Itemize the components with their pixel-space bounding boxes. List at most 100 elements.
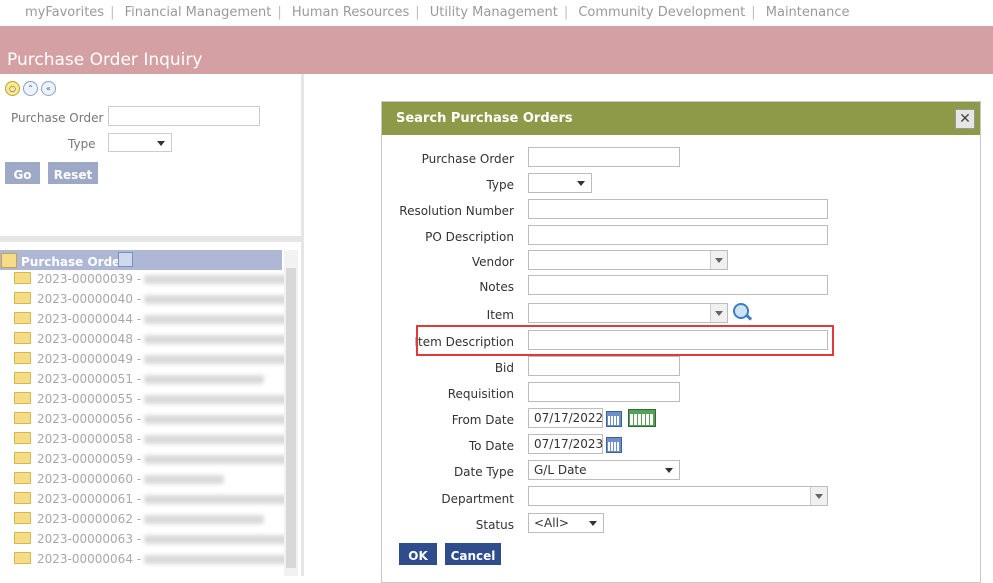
- folder-icon: [14, 551, 31, 564]
- collapse-left-icon[interactable]: «: [41, 81, 56, 96]
- requisition-field[interactable]: [528, 382, 680, 402]
- po-input[interactable]: [108, 106, 260, 126]
- scrollbar-thumb[interactable]: [286, 268, 296, 568]
- po-description-label: PO Description: [425, 230, 514, 244]
- tree-item-label: 2023-00000062 -: [37, 512, 142, 526]
- nav-human-resources[interactable]: Human Resources: [292, 5, 409, 20]
- page-title-bar: Purchase Order Inquiry: [0, 26, 993, 74]
- type-label: Type: [68, 137, 96, 151]
- tree-item-label: 2023-00000049 -: [37, 352, 142, 366]
- date-range-calendar-icon[interactable]: [628, 409, 656, 427]
- date-type-label: Date Type: [453, 465, 514, 479]
- tree-item-label: 2023-00000051 -: [37, 372, 142, 386]
- tree-item[interactable]: 2023-00000051 -: [14, 371, 265, 392]
- type-field[interactable]: [528, 173, 592, 193]
- folder-icon: [14, 471, 31, 484]
- from-date-field[interactable]: 07/17/2022: [528, 408, 603, 428]
- top-navigation: myFavorites | Financial Management | Human…: [0, 0, 993, 26]
- nav-financial-management[interactable]: Financial Management: [125, 5, 272, 20]
- folder-icon: [14, 371, 31, 384]
- calendar-icon[interactable]: [606, 411, 622, 427]
- tree-item-label: 2023-00000064 -: [37, 552, 142, 566]
- redacted-text: [144, 295, 295, 304]
- tree-item[interactable]: 2023-00000063 -: [14, 531, 295, 552]
- tree-item[interactable]: 2023-00000049 -: [14, 351, 295, 372]
- calendar-icon[interactable]: [606, 437, 622, 453]
- expand-up-icon[interactable]: ⌃: [23, 81, 38, 96]
- dialog-header: Search Purchase Orders ✕: [382, 102, 980, 135]
- nav-separator: |: [563, 5, 569, 20]
- notes-field[interactable]: [528, 275, 828, 295]
- po-field-label: Purchase Order: [421, 152, 514, 166]
- notes-label: Notes: [479, 280, 514, 294]
- search-icon[interactable]: ○: [5, 81, 20, 96]
- nav-separator: |: [415, 5, 420, 20]
- page-title: Purchase Order Inquiry: [7, 50, 203, 70]
- tree-header[interactable]: Purchase Orders: [0, 250, 282, 270]
- search-icon[interactable]: [733, 303, 749, 319]
- nav-community-development[interactable]: Community Development: [578, 5, 745, 20]
- folder-icon: [14, 271, 31, 284]
- folder-icon: [14, 311, 31, 324]
- tree-item-label: 2023-00000040 -: [37, 292, 142, 306]
- tree-item[interactable]: 2023-00000056 -: [14, 411, 295, 432]
- vendor-field[interactable]: [528, 250, 728, 270]
- type-field-label: Type: [486, 178, 514, 192]
- highlight-box: [416, 325, 834, 356]
- resolution-field[interactable]: [528, 199, 828, 219]
- toolbar: ○ ⌃ «: [5, 80, 59, 96]
- refresh-icon[interactable]: [118, 252, 133, 267]
- tree-item-label: 2023-00000060 -: [37, 472, 142, 486]
- item-field[interactable]: [528, 303, 728, 323]
- po-field[interactable]: [528, 147, 680, 167]
- reset-button[interactable]: Reset: [48, 162, 98, 184]
- tree-item-label: 2023-00000039 -: [37, 272, 142, 286]
- po-description-field[interactable]: [528, 225, 828, 245]
- tree-item[interactable]: 2023-00000060 -: [14, 471, 225, 492]
- nav-myfavorites[interactable]: myFavorites: [25, 5, 104, 20]
- chevron-down-icon[interactable]: [810, 487, 827, 505]
- nav-separator: |: [277, 5, 282, 20]
- date-type-select[interactable]: G/L Date: [528, 460, 680, 480]
- tree-item-label: 2023-00000044 -: [37, 312, 142, 326]
- cancel-button[interactable]: Cancel: [445, 543, 501, 565]
- tree-item[interactable]: 2023-00000061 -: [14, 491, 295, 512]
- tree-item[interactable]: 2023-00000040 -: [14, 291, 295, 312]
- tree-scrollbar[interactable]: [284, 250, 298, 576]
- bid-field[interactable]: [528, 356, 680, 376]
- ok-button[interactable]: OK: [399, 543, 437, 565]
- redacted-text: [144, 355, 295, 364]
- type-select[interactable]: [108, 133, 172, 152]
- to-date-field[interactable]: 07/17/2023: [528, 434, 603, 454]
- status-value: <All>: [534, 516, 569, 530]
- date-type-value: G/L Date: [534, 463, 587, 477]
- pane-divider[interactable]: [0, 236, 301, 242]
- tree-item[interactable]: 2023-00000044 -: [14, 311, 295, 332]
- close-icon[interactable]: ✕: [955, 109, 975, 129]
- folder-icon: [14, 331, 31, 344]
- nav-maintenance[interactable]: Maintenance: [766, 5, 850, 20]
- redacted-text: [144, 415, 295, 424]
- department-label: Department: [441, 492, 514, 506]
- tree-item[interactable]: 2023-00000062 -: [14, 511, 265, 532]
- chevron-down-icon[interactable]: [710, 251, 727, 269]
- tree-title: Purchase Orders: [21, 255, 134, 269]
- tree-item[interactable]: 2023-00000055 -: [14, 391, 295, 412]
- top-nav-links: myFavorites | Financial Management | Human…: [25, 5, 850, 20]
- folder-icon: [14, 491, 31, 504]
- tree-item-label: 2023-00000058 -: [37, 432, 142, 446]
- chevron-down-icon[interactable]: [710, 304, 727, 322]
- tree-item[interactable]: 2023-00000039 -: [14, 271, 295, 292]
- go-button[interactable]: Go: [5, 162, 40, 184]
- status-select[interactable]: <All>: [528, 513, 604, 533]
- po-label: Purchase Order: [11, 111, 104, 125]
- tree-item[interactable]: 2023-00000064 -: [14, 551, 295, 572]
- tree-item[interactable]: 2023-00000059 -: [14, 451, 295, 472]
- redacted-text: [144, 535, 295, 544]
- redacted-text: [144, 275, 295, 284]
- nav-utility-management[interactable]: Utility Management: [430, 5, 558, 20]
- tree-item[interactable]: 2023-00000048 -: [14, 331, 295, 352]
- department-field[interactable]: [528, 486, 828, 506]
- tree-item[interactable]: 2023-00000058 -: [14, 431, 295, 452]
- redacted-text: [144, 515, 265, 524]
